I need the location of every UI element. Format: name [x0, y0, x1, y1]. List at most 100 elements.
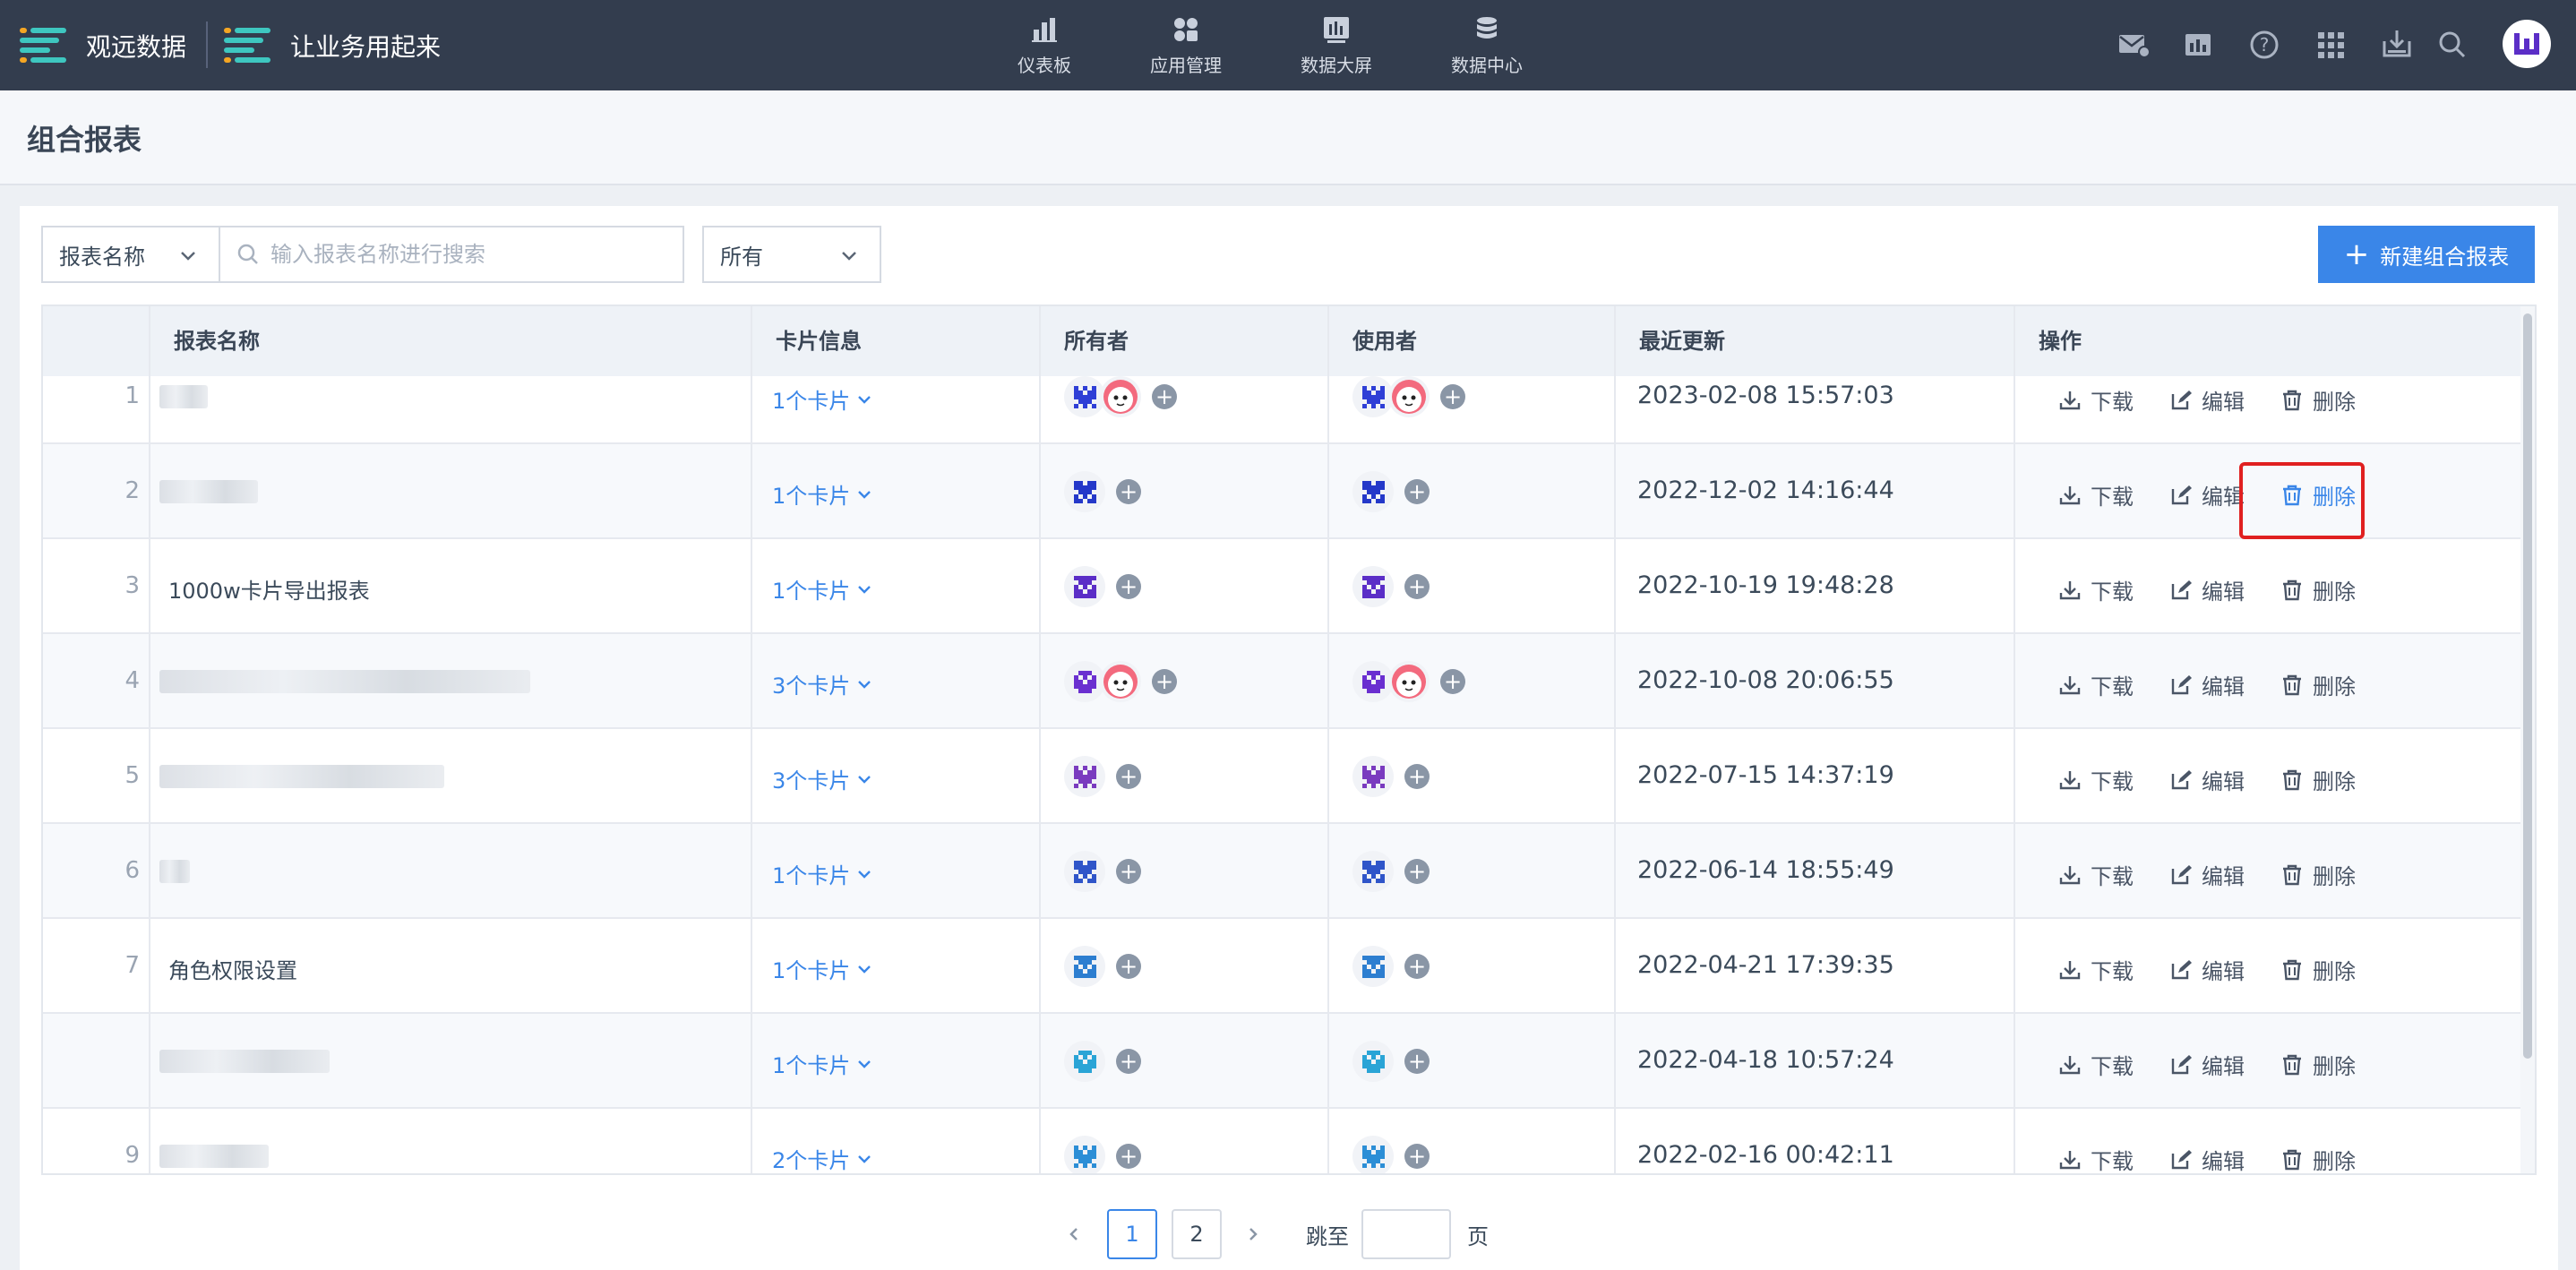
add-owner-button[interactable]: +: [1116, 954, 1141, 979]
add-user-button[interactable]: +: [1404, 954, 1430, 979]
next-page-button[interactable]: [1236, 1209, 1268, 1259]
report-name-link[interactable]: 角色权限设置: [168, 953, 297, 984]
redacted-report-name[interactable]: [159, 480, 258, 503]
dashboard-icon[interactable]: [2180, 27, 2216, 63]
card-count-dropdown[interactable]: 3个卡片: [772, 668, 873, 699]
card-count-dropdown[interactable]: 1个卡片: [772, 953, 873, 984]
help-icon[interactable]: ?: [2246, 27, 2282, 63]
user-avatar[interactable]: [2503, 20, 2551, 68]
redacted-report-name[interactable]: [159, 1145, 269, 1168]
redacted-report-name[interactable]: [159, 670, 530, 693]
table-row[interactable]: 1个卡片 + +2022-04-18 10:57:24 下载 编辑 删除: [43, 1014, 2524, 1109]
add-user-button[interactable]: +: [1404, 479, 1430, 504]
table-row[interactable]: 6 1个卡片 + +2022-06-14 18:55:49 下载 编辑 删除: [43, 824, 2524, 919]
nav-dashboard[interactable]: 仪表板: [1009, 0, 1080, 90]
card-count-dropdown[interactable]: 1个卡片: [772, 858, 873, 889]
edit-button[interactable]: 编辑: [2169, 764, 2245, 795]
search-icon[interactable]: [2434, 27, 2470, 63]
card-count-dropdown[interactable]: 1个卡片: [772, 383, 873, 415]
download-button[interactable]: 下载: [2058, 859, 2134, 890]
delete-button[interactable]: 删除: [2280, 384, 2356, 416]
download-box-icon[interactable]: [2379, 27, 2415, 63]
owner-avatar[interactable]: [1064, 1136, 1105, 1173]
nav-app-management[interactable]: 应用管理: [1143, 0, 1229, 90]
add-owner-button[interactable]: +: [1116, 859, 1141, 884]
owner-avatar[interactable]: [1064, 946, 1105, 987]
add-owner-button[interactable]: +: [1152, 384, 1177, 409]
delete-button[interactable]: 删除: [2280, 1049, 2356, 1080]
card-count-dropdown[interactable]: 1个卡片: [772, 1048, 873, 1079]
edit-button[interactable]: 编辑: [2169, 384, 2245, 416]
prev-page-button[interactable]: [1059, 1209, 1091, 1259]
user-avatar[interactable]: [1352, 566, 1394, 607]
delete-button[interactable]: 删除: [2280, 669, 2356, 700]
edit-button[interactable]: 编辑: [2169, 859, 2245, 890]
add-user-button[interactable]: +: [1404, 764, 1430, 789]
user-avatar[interactable]: [1388, 661, 1430, 702]
table-row[interactable]: 9 2个卡片 + +2022-02-16 00:42:11 下载 编辑 删除: [43, 1109, 2524, 1173]
redacted-report-name[interactable]: [159, 1050, 330, 1073]
add-owner-button[interactable]: +: [1116, 1049, 1141, 1074]
download-button[interactable]: 下载: [2058, 1049, 2134, 1080]
nav-data-screen[interactable]: 数据大屏: [1293, 0, 1379, 90]
add-owner-button[interactable]: +: [1116, 764, 1141, 789]
add-user-button[interactable]: +: [1404, 1144, 1430, 1169]
owner-avatar[interactable]: [1064, 756, 1105, 797]
page-2-button[interactable]: 2: [1172, 1209, 1222, 1259]
edit-button[interactable]: 编辑: [2169, 669, 2245, 700]
add-owner-button[interactable]: +: [1116, 1144, 1141, 1169]
add-user-button[interactable]: +: [1440, 669, 1465, 694]
user-avatar[interactable]: [1352, 1041, 1394, 1082]
add-user-button[interactable]: +: [1404, 574, 1430, 599]
delete-button[interactable]: 删除: [2280, 1144, 2356, 1173]
card-count-dropdown[interactable]: 1个卡片: [772, 478, 873, 510]
owner-filter-select[interactable]: 所有: [702, 226, 881, 283]
user-avatar[interactable]: [1352, 1136, 1394, 1173]
user-avatar[interactable]: [1388, 376, 1430, 417]
jump-page-input[interactable]: [1361, 1209, 1451, 1259]
delete-button[interactable]: 删除: [2280, 764, 2356, 795]
table-scrollbar-thumb[interactable]: [2523, 313, 2532, 1059]
card-count-dropdown[interactable]: 1个卡片: [772, 573, 873, 605]
app-grid-icon[interactable]: [2313, 27, 2348, 63]
download-button[interactable]: 下载: [2058, 1144, 2134, 1173]
redacted-report-name[interactable]: [159, 385, 208, 408]
download-button[interactable]: 下载: [2058, 954, 2134, 985]
page-1-button[interactable]: 1: [1107, 1209, 1157, 1259]
redacted-report-name[interactable]: [159, 765, 444, 788]
search-field-select[interactable]: 报表名称: [41, 226, 220, 283]
edit-button[interactable]: 编辑: [2169, 1144, 2245, 1173]
delete-button[interactable]: 删除: [2280, 859, 2356, 890]
add-owner-button[interactable]: +: [1152, 669, 1177, 694]
add-user-button[interactable]: +: [1404, 859, 1430, 884]
card-count-dropdown[interactable]: 2个卡片: [772, 1143, 873, 1173]
add-user-button[interactable]: +: [1440, 384, 1465, 409]
table-row[interactable]: 5 3个卡片 + +2022-07-15 14:37:19 下载 编辑 删除: [43, 729, 2524, 824]
edit-button[interactable]: 编辑: [2169, 954, 2245, 985]
owner-avatar[interactable]: [1064, 1041, 1105, 1082]
edit-button[interactable]: 编辑: [2169, 479, 2245, 511]
mail-icon[interactable]: [2116, 27, 2151, 63]
table-row[interactable]: 1 1个卡片 + +2023-02-08 15:57:03 下载 编辑 删除: [43, 349, 2524, 444]
owner-avatar[interactable]: [1064, 471, 1105, 512]
report-name-link[interactable]: 1000w卡片导出报表: [168, 573, 370, 605]
edit-button[interactable]: 编辑: [2169, 1049, 2245, 1080]
redacted-report-name[interactable]: [159, 860, 190, 883]
owner-avatar[interactable]: [1064, 851, 1105, 892]
add-owner-button[interactable]: +: [1116, 479, 1141, 504]
delete-button[interactable]: 删除: [2280, 954, 2356, 985]
table-row[interactable]: 7 角色权限设置 1个卡片 + +2022-04-21 17:39:35 下载 编辑 删除: [43, 919, 2524, 1014]
search-input-wrapper[interactable]: [219, 226, 684, 283]
nav-data-center[interactable]: 数据中心: [1444, 0, 1530, 90]
user-avatar[interactable]: [1352, 471, 1394, 512]
owner-avatar[interactable]: [1100, 661, 1141, 702]
table-row[interactable]: 2 1个卡片 + +2022-12-02 14:16:44 下载 编辑 删除: [43, 444, 2524, 539]
download-button[interactable]: 下载: [2058, 764, 2134, 795]
table-row[interactable]: 3 1000w卡片导出报表 1个卡片 + +2022-10-19 19:48:28 下载 编…: [43, 539, 2524, 634]
add-user-button[interactable]: +: [1404, 1049, 1430, 1074]
owner-avatar[interactable]: [1064, 566, 1105, 607]
user-avatar[interactable]: [1352, 756, 1394, 797]
edit-button[interactable]: 编辑: [2169, 574, 2245, 605]
download-button[interactable]: 下载: [2058, 479, 2134, 511]
table-row[interactable]: 4 3个卡片 + +2022-10-08 20:06:55 下载 编辑 删除: [43, 634, 2524, 729]
